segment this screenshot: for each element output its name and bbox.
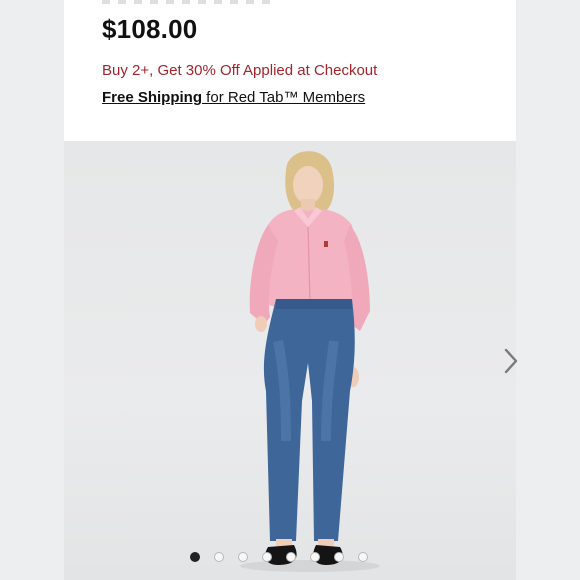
promo-text: Buy 2+, Get 30% Off Applied at Checkout: [102, 62, 378, 79]
product-price: $108.00: [102, 14, 198, 44]
gallery-dot-8[interactable]: [358, 552, 368, 562]
product-photo[interactable]: [64, 141, 516, 580]
left-margin: [0, 0, 64, 580]
gallery-dot-1[interactable]: [190, 552, 200, 562]
gallery-dot-7[interactable]: [334, 552, 344, 562]
gallery-dot-4[interactable]: [262, 552, 272, 562]
shipping-members-link[interactable]: for Red Tab™ Members: [202, 89, 365, 106]
gallery-dot-2[interactable]: [214, 552, 224, 562]
product-image-gallery[interactable]: [64, 141, 516, 580]
gallery-dot-5[interactable]: [286, 552, 296, 562]
gallery-dot-6[interactable]: [310, 552, 320, 562]
chevron-right-icon[interactable]: [500, 344, 522, 378]
gallery-pagination: [190, 552, 368, 562]
right-margin: [516, 0, 580, 580]
free-shipping-link[interactable]: Free Shipping: [102, 89, 202, 106]
rating-stars-cropped: [102, 0, 272, 4]
shipping-info: Free Shipping for Red Tab™ Members: [102, 89, 365, 106]
gallery-dot-3[interactable]: [238, 552, 248, 562]
product-card: $108.00 Buy 2+, Get 30% Off Applied at C…: [64, 0, 516, 580]
